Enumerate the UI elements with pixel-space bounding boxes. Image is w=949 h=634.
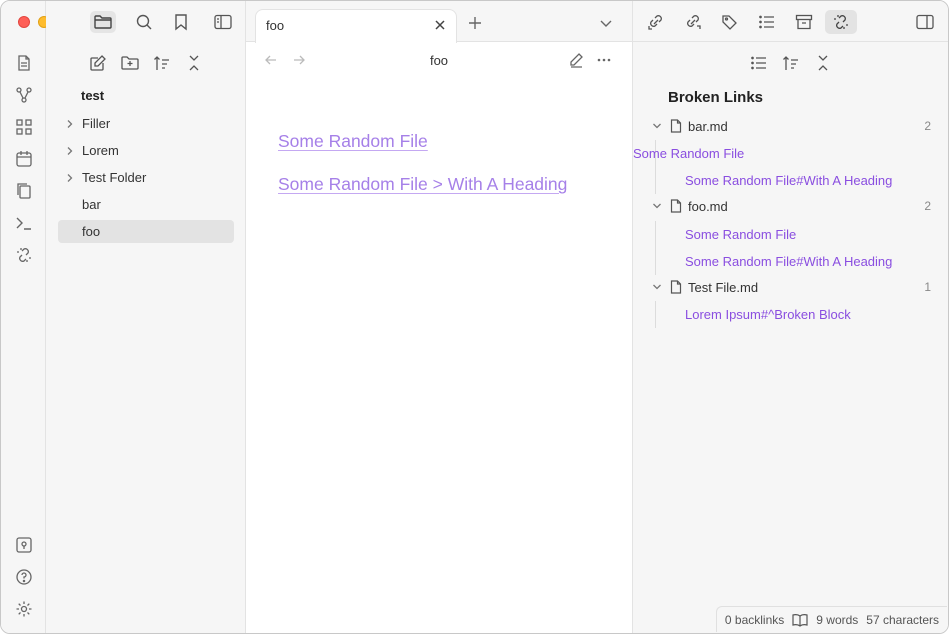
ribbon: [1, 1, 46, 633]
file-icon: [669, 198, 683, 214]
outline-icon[interactable]: [751, 10, 783, 34]
close-icon[interactable]: [432, 17, 448, 33]
broken-link-item[interactable]: Some Random File#With A Heading: [633, 248, 948, 275]
chevron-right-icon[interactable]: [63, 117, 77, 131]
chevron-down-icon[interactable]: [650, 280, 664, 294]
tree-item-label: Test Folder: [82, 170, 147, 185]
link-count: 2: [924, 199, 931, 213]
file-name: foo.md: [688, 199, 728, 214]
file-group[interactable]: bar.md 2: [633, 114, 948, 138]
tree-item-folder[interactable]: Test Folder: [58, 166, 234, 189]
sidebar-right-icon[interactable]: [909, 10, 941, 34]
collapse-icon[interactable]: [813, 53, 833, 73]
app-window: test Filler Lorem Test Folder bar foo fo…: [0, 0, 949, 634]
file-icon: [669, 118, 683, 134]
tree-item-file[interactable]: bar: [58, 193, 234, 216]
settings-icon[interactable]: [14, 599, 34, 619]
vault-name[interactable]: test: [81, 88, 104, 103]
broken-links-icon[interactable]: [14, 245, 34, 265]
file-name: Test File.md: [688, 280, 759, 295]
broken-link-text: Some Random File#With A Heading: [685, 173, 893, 188]
broken-link-item[interactable]: Some Random File: [633, 140, 948, 167]
link-count: 1: [924, 280, 931, 294]
tree-item-folder[interactable]: Filler: [58, 112, 234, 135]
internal-link[interactable]: Some Random File: [278, 131, 428, 152]
daily-note-icon[interactable]: [14, 149, 34, 169]
book-icon[interactable]: [792, 613, 808, 627]
broken-link-text: Lorem Ipsum#^Broken Block: [685, 307, 851, 322]
tree-item-label: bar: [82, 197, 101, 212]
right-sidebar: Broken Links bar.md 2 Some Random File S…: [632, 1, 948, 633]
chevron-down-icon[interactable]: [650, 119, 664, 133]
sort-icon[interactable]: [152, 53, 172, 73]
tab-bar: foo: [246, 1, 632, 43]
backlinks-icon[interactable]: [640, 10, 672, 34]
folder-icon[interactable]: [90, 11, 116, 33]
help-icon[interactable]: [14, 567, 34, 587]
file-explorer-actions: [46, 51, 246, 75]
view-header: foo: [246, 43, 632, 77]
editor-area: foo foo Some Random File Some Random Fil…: [246, 1, 632, 633]
more-options-icon[interactable]: [595, 51, 613, 69]
tree-item-label: foo: [82, 224, 101, 239]
new-tab-button[interactable]: [465, 13, 485, 33]
tree-item-folder[interactable]: Lorem: [58, 139, 234, 162]
broken-link-item[interactable]: Some Random File: [633, 221, 948, 248]
new-note-icon[interactable]: [88, 53, 108, 73]
broken-links-toolbar: [633, 51, 948, 75]
character-count: 57 characters: [866, 612, 939, 627]
tree-item-label: Filler: [82, 116, 111, 131]
word-count: 9 words: [816, 612, 859, 627]
file-group[interactable]: Test File.md 1: [633, 275, 948, 299]
templates-icon[interactable]: [14, 181, 34, 201]
pane-title: Broken Links: [668, 89, 764, 106]
list-icon[interactable]: [749, 53, 769, 73]
pencil-icon[interactable]: [567, 51, 585, 69]
broken-link-text: Some Random File#With A Heading: [685, 254, 893, 269]
vault-switch-icon[interactable]: [14, 535, 34, 555]
tree-item-file-selected[interactable]: foo: [58, 220, 234, 243]
sidebar-toggle-icon[interactable]: [210, 11, 236, 33]
broken-link-item[interactable]: Lorem Ipsum#^Broken Block: [633, 301, 948, 328]
broken-link-text: Some Random File: [685, 227, 797, 242]
archive-icon[interactable]: [788, 10, 820, 34]
right-sidebar-tabs: [633, 1, 948, 42]
close-window-button[interactable]: [18, 16, 30, 28]
tab-title: foo: [266, 18, 285, 33]
sort-icon[interactable]: [781, 53, 801, 73]
command-palette-icon[interactable]: [14, 213, 34, 233]
collapse-icon[interactable]: [184, 53, 204, 73]
broken-link-item[interactable]: Some Random File#With A Heading: [633, 167, 948, 194]
chevron-right-icon[interactable]: [63, 171, 77, 185]
bookmark-icon[interactable]: [168, 11, 194, 33]
canvas-icon[interactable]: [14, 117, 34, 137]
left-sidebar: test Filler Lorem Test Folder bar foo: [46, 1, 246, 633]
broken-links-icon[interactable]: [825, 10, 857, 34]
search-icon[interactable]: [131, 11, 157, 33]
link-count: 2: [924, 119, 931, 133]
tags-icon[interactable]: [714, 10, 746, 34]
broken-link-text: Some Random File: [633, 146, 745, 161]
file-group[interactable]: foo.md 2: [633, 194, 948, 218]
backlinks-count[interactable]: 0 backlinks: [725, 613, 784, 627]
quick-switch-icon[interactable]: [14, 53, 34, 73]
status-bar: 0 backlinks 9 words 57 characters: [715, 606, 947, 632]
file-icon: [669, 279, 683, 295]
file-name: bar.md: [688, 119, 728, 134]
tree-item-label: Lorem: [82, 143, 119, 158]
outgoing-links-icon[interactable]: [677, 10, 709, 34]
internal-link[interactable]: Some Random File > With A Heading: [278, 174, 567, 195]
chevron-down-icon[interactable]: [596, 13, 616, 33]
chevron-down-icon[interactable]: [650, 199, 664, 213]
graph-icon[interactable]: [14, 85, 34, 105]
new-folder-icon[interactable]: [120, 53, 140, 73]
tab-foo[interactable]: foo: [255, 9, 457, 43]
chevron-right-icon[interactable]: [63, 144, 77, 158]
